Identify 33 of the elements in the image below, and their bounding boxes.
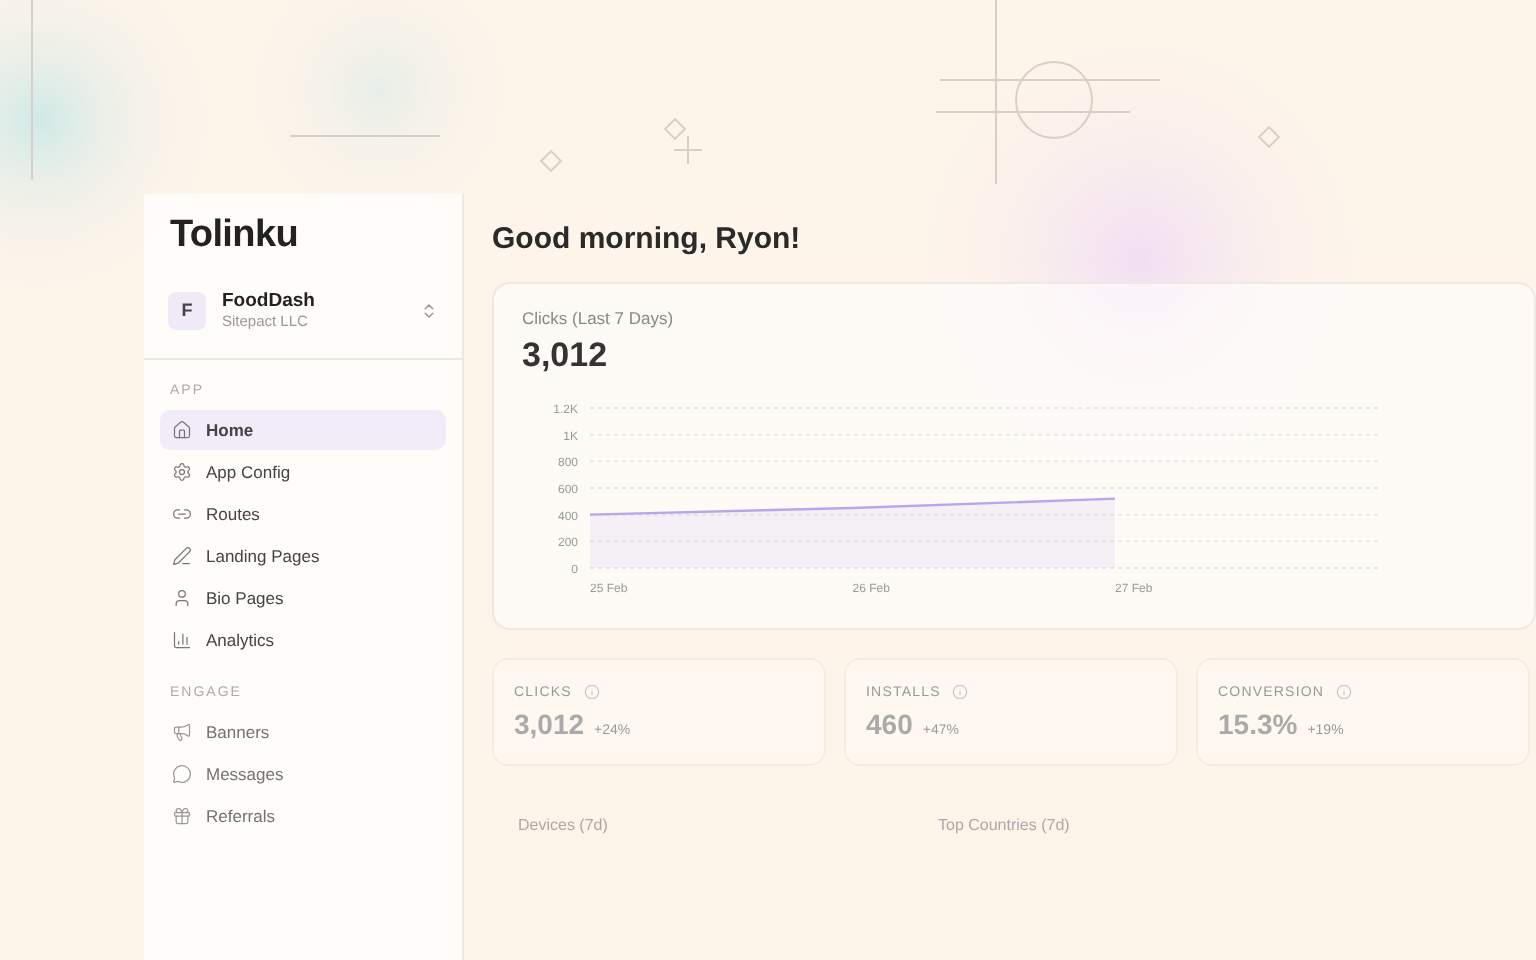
workspace-avatar: F — [168, 291, 206, 329]
sidebar-item[interactable]: Messages — [160, 754, 446, 794]
settings-icon — [172, 462, 192, 482]
gift-icon — [172, 806, 192, 826]
info-icon[interactable] — [583, 684, 600, 700]
home-icon — [172, 420, 192, 440]
card-title: Clicks (Last 7 Days) — [522, 308, 676, 328]
stat-value: 460 — [866, 708, 913, 740]
section-heading: Devices (7d) — [518, 816, 610, 834]
megaphone-icon — [172, 722, 192, 742]
chevron-icon — [420, 301, 438, 319]
info-icon[interactable] — [952, 684, 969, 700]
sidebar-item[interactable]: Home — [160, 410, 446, 450]
stat-value: 15.3% — [1218, 708, 1298, 740]
logo: Tolinku — [168, 212, 301, 260]
sidebar-item[interactable]: Analytics — [160, 620, 446, 660]
greeting-heading: Good morning, Ryon! — [492, 222, 803, 256]
sidebar-item[interactable]: Landing Pages — [160, 536, 446, 576]
sidebar-item[interactable]: Banners — [160, 712, 446, 752]
sidebar-item[interactable]: Bio Pages — [160, 578, 446, 618]
pen-icon — [172, 546, 192, 566]
stat-value: 3,012 — [514, 708, 585, 740]
person-icon — [172, 588, 192, 608]
sidebar-item[interactable]: Referrals — [160, 796, 446, 836]
sidebar-item[interactable]: App Config — [160, 452, 446, 492]
bar-chart-icon — [172, 630, 192, 650]
chat-bubble-icon — [172, 764, 192, 784]
workspace-name: FoodDash — [222, 290, 317, 312]
total-value: 3,012 — [522, 336, 610, 376]
sidebar-item[interactable]: Routes — [160, 494, 446, 534]
section-heading: Top Countries (7d) — [938, 816, 1072, 834]
info-icon[interactable] — [1336, 684, 1353, 700]
link-icon — [172, 504, 192, 524]
